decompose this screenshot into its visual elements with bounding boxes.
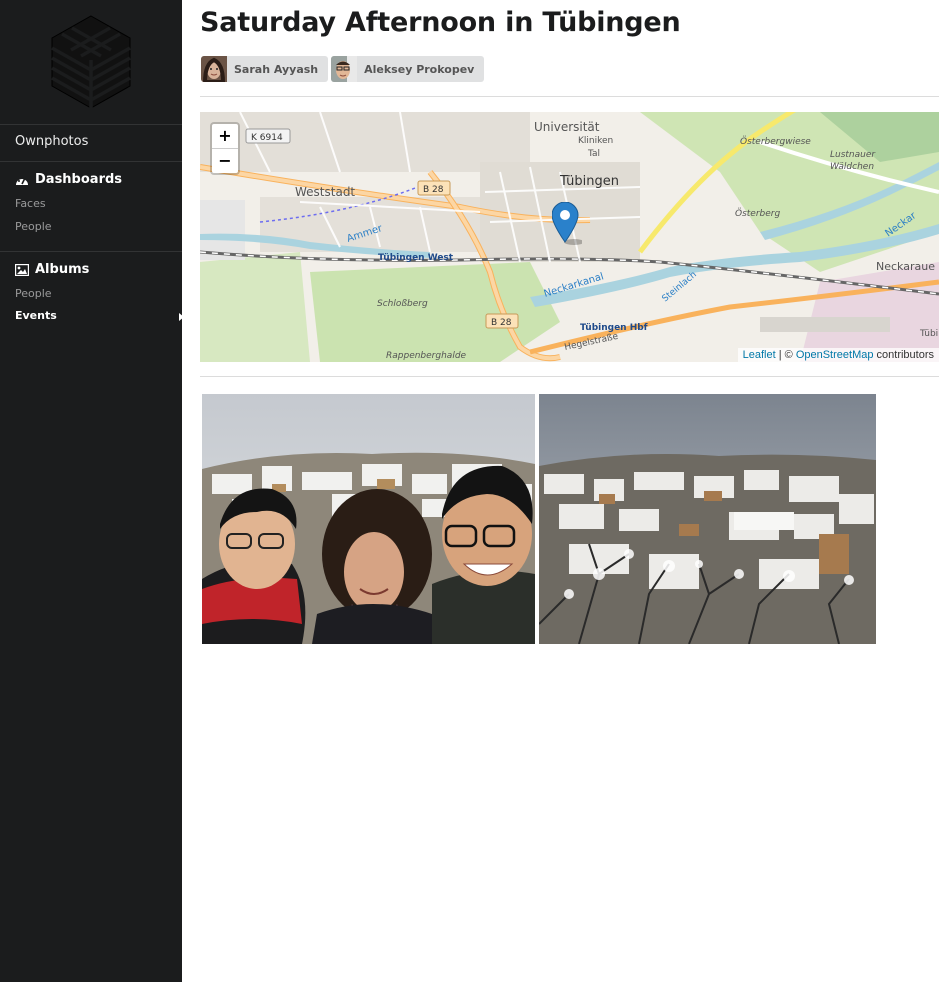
attribution-suffix: contributors	[873, 349, 934, 361]
map-shield-k6914: K 6914	[251, 133, 283, 143]
map[interactable]: Universität Kliniken Tal Tübingen Westst…	[200, 112, 939, 362]
people-labels: Sarah Ayyash Aleksey Prokopev	[201, 56, 485, 82]
person-name: Sarah Ayyash	[234, 62, 319, 76]
leaflet-link[interactable]: Leaflet	[743, 349, 776, 361]
avatar	[331, 56, 358, 82]
map-label-osterberg: Österberg	[735, 208, 780, 219]
dashboards-label: Dashboards	[35, 172, 123, 187]
divider	[200, 376, 939, 377]
sidebar-item-events[interactable]: Events	[15, 309, 57, 322]
sidebar-item-album-people[interactable]: People	[15, 287, 52, 300]
divider	[200, 96, 939, 97]
map-label-kliniken: Kliniken	[578, 136, 613, 146]
zoom-out-button[interactable]: −	[212, 149, 238, 173]
active-item-pointer	[179, 313, 184, 321]
map-marker[interactable]	[551, 201, 584, 251]
photo-snowy-town	[539, 394, 876, 644]
map-label-neckaraue: Neckaraue	[876, 260, 935, 273]
map-label-schlossberg: Schloßberg	[377, 299, 428, 309]
map-zoom-control: + −	[210, 122, 240, 175]
zoom-in-button[interactable]: +	[212, 124, 238, 149]
ownphotos-logo[interactable]	[48, 14, 134, 108]
map-label-tubingen-west: Tübingen West	[378, 253, 454, 263]
sidebar-item-faces[interactable]: Faces	[15, 197, 46, 210]
map-label-osterbergwiese: Österbergwiese	[740, 136, 811, 147]
image-icon	[14, 263, 30, 276]
sidebar-item-dashboard-people[interactable]: People	[15, 220, 52, 233]
photo-selfie-snow	[202, 394, 535, 644]
person-label[interactable]: Sarah Ayyash	[201, 56, 329, 82]
map-label-rappenberghalde: Rappenberghalde	[386, 351, 467, 361]
dashboard-icon	[15, 174, 29, 186]
albums-label: Albums	[35, 262, 90, 277]
sidebar: Ownphotos Dashboards Faces People Albums…	[0, 0, 182, 982]
map-label-lustnauer: Lustnauer	[830, 150, 876, 160]
sidebar-section-albums[interactable]: Albums	[14, 262, 90, 277]
photo-thumbnail[interactable]	[202, 394, 535, 644]
avatar	[201, 56, 227, 82]
map-label-tal: Tal	[587, 149, 600, 159]
person-label[interactable]: Aleksey Prokopev	[331, 56, 485, 82]
map-attribution: Leaflet | © OpenStreetMap contributors	[737, 348, 939, 362]
map-shield-b28-north: B 28	[423, 185, 444, 195]
map-label-tubi: Tübi	[919, 329, 938, 339]
attribution-separator: | ©	[775, 349, 796, 361]
map-shield-b28-south: B 28	[491, 318, 512, 328]
sidebar-section-dashboards[interactable]: Dashboards	[15, 172, 122, 187]
osm-link[interactable]: OpenStreetMap	[796, 349, 874, 361]
person-name: Aleksey Prokopev	[364, 62, 475, 76]
map-label-weststadt: Weststadt	[295, 185, 355, 199]
map-label-universitat: Universität	[534, 120, 600, 134]
page-title: Saturday Afternoon in Tübingen	[200, 7, 681, 38]
map-label-tubingen: Tübingen	[559, 174, 619, 189]
photo-thumbnail[interactable]	[539, 394, 876, 644]
map-label-waldchen: Wäldchen	[830, 162, 874, 172]
sidebar-brand-link[interactable]: Ownphotos	[15, 134, 88, 149]
